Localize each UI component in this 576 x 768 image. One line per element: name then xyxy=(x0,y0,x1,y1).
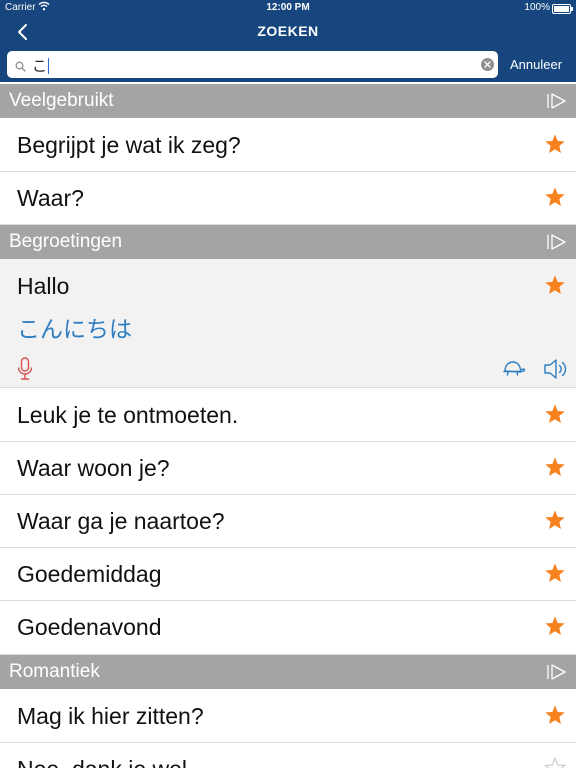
section-title: Romantiek xyxy=(9,661,100,682)
expanded-phrase-row[interactable]: Hallo こんにちは xyxy=(0,259,576,388)
section-title: Veelgebruikt xyxy=(9,90,114,111)
phrase-text: Nee, dank je wel. xyxy=(17,756,193,768)
play-all-icon[interactable] xyxy=(546,233,568,257)
phrase-row[interactable]: Begrijpt je wat ik zeg? xyxy=(0,119,576,172)
search-input[interactable]: こ xyxy=(7,51,498,78)
phrase-row[interactable]: Goedenavond xyxy=(0,601,576,655)
phrase-row[interactable]: Goedemiddag xyxy=(0,548,576,601)
phrase-text: Mag ik hier zitten? xyxy=(17,703,204,729)
section-header-begroetingen: Begroetingen xyxy=(0,225,576,259)
star-outline-icon[interactable] xyxy=(543,756,567,768)
text-caret xyxy=(48,58,50,74)
slow-playback-turtle-icon[interactable] xyxy=(502,359,526,382)
battery-percentage: 100% xyxy=(524,2,550,13)
phrase-text: Begrijpt je wat ik zeg? xyxy=(17,132,241,158)
star-filled-icon[interactable] xyxy=(544,615,566,637)
phrase-row[interactable]: Nee, dank je wel. xyxy=(0,743,576,768)
phrase-text: Waar ga je naartoe? xyxy=(17,508,225,534)
navigation-bar: ZOEKEN xyxy=(0,16,576,48)
section-header-romantiek: Romantiek xyxy=(0,655,576,689)
phrase-text: Leuk je te ontmoeten. xyxy=(17,402,239,428)
phrase-text: Waar woon je? xyxy=(17,455,170,481)
phrase-text: Goedenavond xyxy=(17,614,162,640)
phrase-text: Hallo xyxy=(17,273,70,299)
phrase-row[interactable]: Mag ik hier zitten? xyxy=(0,690,576,743)
phrase-row[interactable]: Waar? xyxy=(0,172,576,225)
status-bar: Carrier 12:00 PM 100% xyxy=(0,0,576,16)
phrase-row[interactable]: Waar woon je? xyxy=(0,442,576,495)
battery-icon xyxy=(552,4,573,14)
star-filled-icon[interactable] xyxy=(544,704,566,726)
phrase-row[interactable]: Waar ga je naartoe? xyxy=(0,495,576,548)
star-filled-icon[interactable] xyxy=(544,403,566,425)
phrase-row[interactable]: Leuk je te ontmoeten. xyxy=(0,389,576,442)
phrase-text: Waar? xyxy=(17,185,84,211)
section-header-veelgebruikt: Veelgebruikt xyxy=(0,84,576,118)
status-time: 12:00 PM xyxy=(266,2,310,13)
microphone-icon[interactable] xyxy=(17,357,33,386)
star-filled-icon[interactable] xyxy=(544,562,566,584)
star-filled-icon[interactable] xyxy=(544,186,566,208)
search-icon xyxy=(15,59,26,77)
page-title: ZOEKEN xyxy=(257,23,319,39)
translation-text: こんにちは xyxy=(17,316,132,342)
star-filled-icon[interactable] xyxy=(544,133,566,155)
cancel-button[interactable]: Annuleer xyxy=(510,57,562,72)
star-filled-icon[interactable] xyxy=(544,509,566,531)
section-title: Begroetingen xyxy=(9,231,123,252)
clear-search-icon[interactable] xyxy=(481,58,494,71)
search-query-text[interactable]: こ xyxy=(32,55,50,76)
star-filled-icon[interactable] xyxy=(544,456,566,478)
play-all-icon[interactable] xyxy=(546,92,568,116)
star-filled-icon[interactable] xyxy=(544,274,566,296)
speaker-icon[interactable] xyxy=(543,357,569,386)
play-all-icon[interactable] xyxy=(546,663,568,687)
phrase-text: Goedemiddag xyxy=(17,561,162,587)
search-bar: こ Annuleer xyxy=(0,48,576,82)
